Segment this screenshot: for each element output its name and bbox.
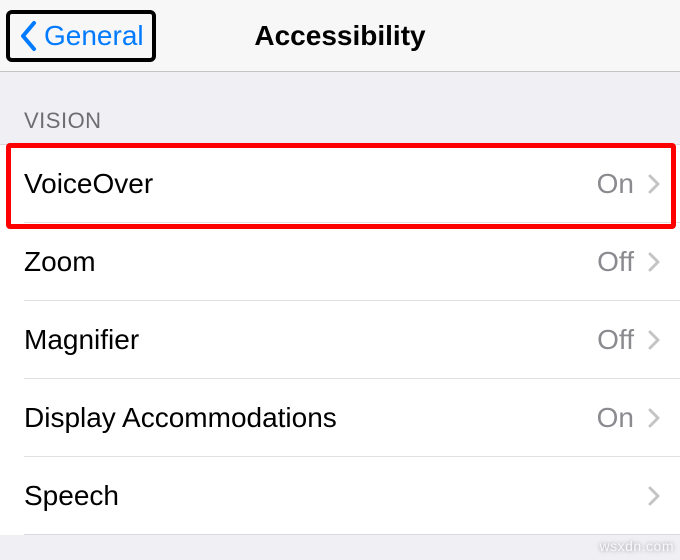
- navigation-bar: General Accessibility: [0, 0, 680, 72]
- row-display-accommodations[interactable]: Display Accommodations On: [0, 379, 680, 457]
- row-value: On: [597, 168, 634, 200]
- row-label: Speech: [24, 480, 634, 512]
- row-label: Zoom: [24, 246, 597, 278]
- row-label: VoiceOver: [24, 168, 597, 200]
- chevron-right-icon: [644, 248, 664, 276]
- row-value: Off: [597, 246, 634, 278]
- row-speech[interactable]: Speech: [0, 457, 680, 535]
- row-magnifier[interactable]: Magnifier Off: [0, 301, 680, 379]
- row-value: Off: [597, 324, 634, 356]
- chevron-right-icon: [644, 482, 664, 510]
- row-voiceover[interactable]: VoiceOver On: [0, 145, 680, 223]
- back-label: General: [44, 20, 144, 52]
- settings-list: VoiceOver On Zoom Off Magnifier Off Disp…: [0, 144, 680, 535]
- row-label: Magnifier: [24, 324, 597, 356]
- row-label: Display Accommodations: [24, 402, 597, 434]
- chevron-left-icon: [12, 16, 44, 56]
- row-zoom[interactable]: Zoom Off: [0, 223, 680, 301]
- row-value: On: [597, 402, 634, 434]
- watermark-text: wsxdn.com: [599, 538, 674, 554]
- chevron-right-icon: [644, 326, 664, 354]
- back-button[interactable]: General: [6, 10, 156, 62]
- section-header-vision: VISION: [0, 72, 680, 144]
- chevron-right-icon: [644, 170, 664, 198]
- chevron-right-icon: [644, 404, 664, 432]
